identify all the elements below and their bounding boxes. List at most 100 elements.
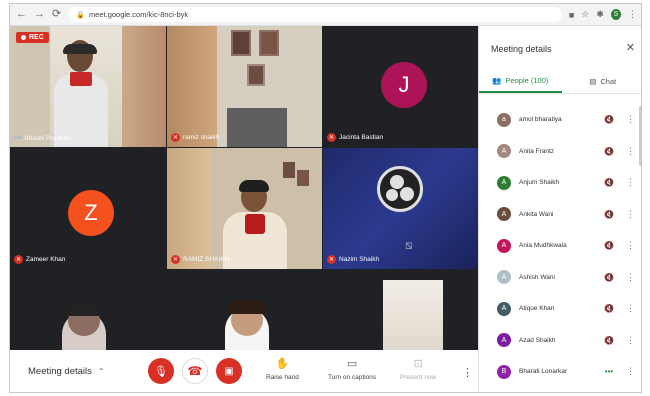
camera-off-button[interactable]: ▣ xyxy=(216,358,242,384)
participant-name: Anita Frantz xyxy=(519,147,555,155)
more-options-icon[interactable]: ⋮ xyxy=(462,366,473,379)
list-item[interactable]: A Ankita Wani 🔇 ⋮ xyxy=(479,199,641,231)
participant-name: Bharati Lonarkar xyxy=(519,368,568,376)
mic-off-icon: 🎙 xyxy=(154,365,168,378)
more-options-icon[interactable]: ⋮ xyxy=(626,240,635,251)
more-options-icon[interactable]: ⋮ xyxy=(626,272,635,283)
list-item[interactable]: A Ashish Wani 🔇 ⋮ xyxy=(479,262,641,294)
mic-off-icon[interactable]: 🔇 xyxy=(602,178,616,187)
forward-icon[interactable]: → xyxy=(34,9,45,20)
meeting-controls-bar: Meeting details ⌃ 🎙 ☎ ▣ ✋ Raise hand ▭ T… xyxy=(10,350,478,392)
mic-off-icon[interactable]: 🔇 xyxy=(602,304,616,313)
avatar: A xyxy=(497,207,511,222)
captions-button[interactable]: ▭ Turn on captions xyxy=(328,358,376,381)
profile-avatar[interactable]: S xyxy=(610,9,621,20)
more-options-icon[interactable]: ⋮ xyxy=(626,209,635,220)
chevron-up-icon: ⌃ xyxy=(97,367,105,376)
avatar: A xyxy=(497,238,511,253)
participant-avatar: J xyxy=(381,62,427,108)
participant-name-tag: ✕ Nazim Shaikh xyxy=(327,255,379,264)
participant-name: Shashi Pradhan xyxy=(24,135,71,142)
browser-toolbar: ← → ⟳ 🔒 meet.google.com/kic-8nci-byk ■ ☆… xyxy=(10,4,641,26)
list-item[interactable]: A Anita Frantz 🔇 ⋮ xyxy=(479,136,641,168)
captions-label: Turn on captions xyxy=(328,374,377,381)
list-item[interactable]: A Ania Mudhkwala 🔇 ⋮ xyxy=(479,230,641,262)
video-tile[interactable]: Z ✕ Zameer Khan xyxy=(10,148,166,269)
participant-name: Nazim Shaikh xyxy=(339,256,380,263)
avatar: A xyxy=(497,175,511,190)
list-item[interactable]: B Bharati Lonarkar ••• ⋮ xyxy=(479,356,641,388)
present-icon: ⊡ xyxy=(413,358,423,370)
list-item[interactable]: a amol bharatiya 🔇 ⋮ xyxy=(479,104,641,136)
video-tile[interactable]: ⧅ ✕ Nazim Shaikh xyxy=(323,148,478,269)
people-list: a amol bharatiya 🔇 ⋮ A Anita Frantz 🔇 ⋮ A Anjum S… xyxy=(479,104,641,388)
more-options-icon[interactable]: ⋮ xyxy=(626,146,635,157)
list-item[interactable]: A Anjum Shaikh 🔇 ⋮ xyxy=(479,167,641,199)
tab-people[interactable]: 👥 People (100) xyxy=(479,70,562,93)
participant-name-tag: ✕ RAMIZ SHAIKH xyxy=(171,255,229,264)
mic-off-icon[interactable]: 🔇 xyxy=(602,147,616,156)
participant-name-tag: ✕ Zameer Khan xyxy=(14,255,65,264)
participant-name: ramiz shaikh xyxy=(183,134,220,141)
participant-name: Atique Khan xyxy=(519,305,555,313)
list-item[interactable]: A Atique Khan 🔇 ⋮ xyxy=(479,293,641,325)
video-tile[interactable]: REC ••• Shashi Pradhan xyxy=(10,26,166,147)
chat-tab-label: Chat xyxy=(600,77,617,86)
panel-tabs: 👥 People (100) ▤ Chat xyxy=(479,70,642,94)
audio-indicator-icon[interactable]: ••• xyxy=(602,367,616,376)
meeting-details-label: Meeting details xyxy=(28,366,92,377)
present-label: Present now xyxy=(400,374,437,381)
video-tile[interactable]: ✕ ramiz shaikh xyxy=(167,26,322,147)
close-icon[interactable]: ✕ xyxy=(626,41,635,54)
avatar: A xyxy=(497,270,511,285)
tab-chat[interactable]: ▤ Chat xyxy=(562,70,642,93)
participant-name: RAMIZ SHAIKH xyxy=(183,256,230,263)
chat-icon: ▤ xyxy=(589,77,597,86)
leave-call-button[interactable]: ☎ xyxy=(182,358,208,384)
video-tile[interactable]: ✕ RAMIZ SHAIKH xyxy=(167,148,322,269)
avatar: A xyxy=(497,301,511,316)
mic-off-icon: ✕ xyxy=(327,255,336,264)
mic-off-button[interactable]: 🎙 xyxy=(148,358,174,384)
participant-name: Anjum Shaikh xyxy=(519,179,560,187)
more-options-icon[interactable]: ⋮ xyxy=(626,335,635,346)
more-options-icon[interactable]: ⋮ xyxy=(626,177,635,188)
back-icon[interactable]: ← xyxy=(16,9,27,20)
video-tile[interactable]: J ✕ Jacinta Bastian xyxy=(323,26,478,147)
mic-off-icon[interactable]: 🔇 xyxy=(602,210,616,219)
mic-off-icon: ✕ xyxy=(327,133,336,142)
people-icon: 👥 xyxy=(492,76,502,85)
videocam-off-icon: ▣ xyxy=(224,365,234,377)
mic-off-icon: ✕ xyxy=(14,255,23,264)
mic-off-icon[interactable]: 🔇 xyxy=(602,273,616,282)
participant-name-tag: ✕ ramiz shaikh xyxy=(171,133,219,142)
people-tab-label: People (100) xyxy=(505,76,549,85)
camera-icon[interactable]: ■ xyxy=(569,10,574,20)
participant-name-tag: ••• Shashi Pradhan xyxy=(14,135,71,142)
mic-off-icon[interactable]: 🔇 xyxy=(602,241,616,250)
raise-hand-button[interactable]: ✋ Raise hand xyxy=(266,358,299,381)
mic-off-icon[interactable]: 🔇 xyxy=(602,115,616,124)
obs-logo-icon xyxy=(377,166,423,212)
scrollbar[interactable] xyxy=(639,106,641,166)
browser-menu-icon[interactable]: ⋮ xyxy=(628,9,637,20)
star-icon[interactable]: ☆ xyxy=(581,9,589,20)
rec-label: REC xyxy=(29,34,44,41)
meeting-details-toggle[interactable]: Meeting details ⌃ xyxy=(28,366,105,377)
meeting-details-panel: Meeting details ✕ 👥 People (100) ▤ Chat … xyxy=(478,26,642,392)
raise-hand-label: Raise hand xyxy=(266,374,299,381)
audio-indicator-icon: ••• xyxy=(14,135,22,142)
present-now-button[interactable]: ⊡ Present now xyxy=(400,358,436,381)
browser-window: ← → ⟳ 🔒 meet.google.com/kic-8nci-byk ■ ☆… xyxy=(9,3,642,393)
address-bar[interactable]: 🔒 meet.google.com/kic-8nci-byk xyxy=(68,7,562,22)
camera-off-icon: ⧅ xyxy=(405,238,413,252)
participant-video xyxy=(54,40,108,147)
mic-off-icon[interactable]: 🔇 xyxy=(602,336,616,345)
more-options-icon[interactable]: ⋮ xyxy=(626,366,635,377)
more-options-icon[interactable]: ⋮ xyxy=(626,303,635,314)
extension-icon[interactable]: ✱ xyxy=(596,9,604,20)
more-options-icon[interactable]: ⋮ xyxy=(626,114,635,125)
reload-icon[interactable]: ⟳ xyxy=(52,9,61,20)
avatar: B xyxy=(497,364,511,379)
list-item[interactable]: A Azad Shaikh 🔇 ⋮ xyxy=(479,325,641,357)
